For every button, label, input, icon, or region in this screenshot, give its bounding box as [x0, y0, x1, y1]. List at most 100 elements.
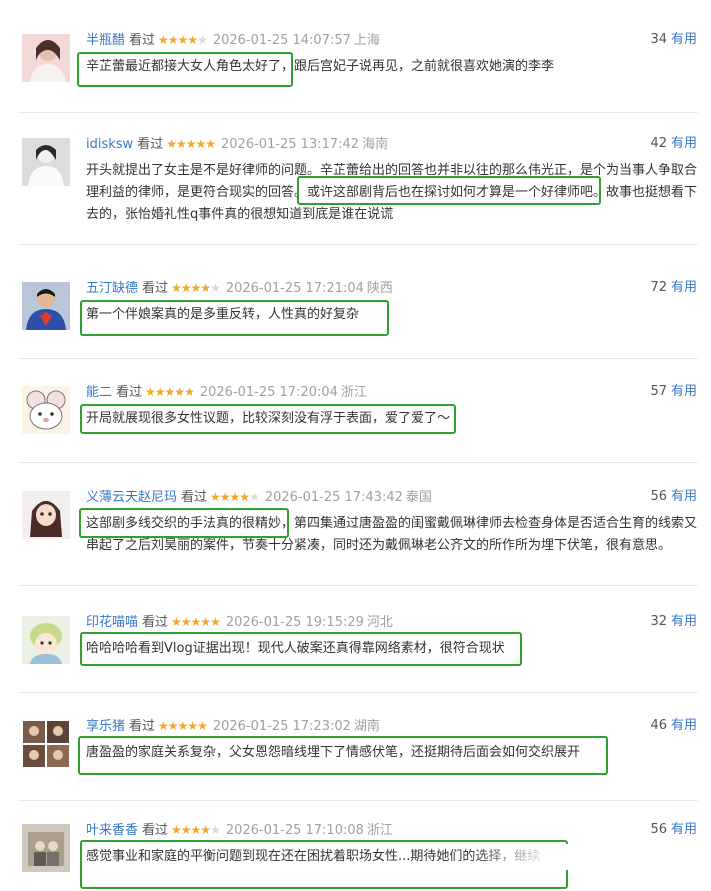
rating-stars: ★★★★★: [145, 385, 195, 399]
watched-label: 看过: [142, 823, 169, 838]
useful-button[interactable]: 有用: [671, 384, 697, 399]
useful-button[interactable]: 有用: [671, 136, 697, 151]
review-location: 湖南: [353, 719, 380, 734]
review-meta: 印花喵喵 看过 ★★★★★ 2026-01-25 19:15:29 河北: [86, 612, 393, 632]
review-meta: idisksw 看过 ★★★★★ 2026-01-25 13:17:42 海南: [86, 134, 388, 154]
review-item: 叶来香香 看过 ★★★★★ 2026-01-25 17:10:08 浙江 56 有用 感觉…: [0, 820, 711, 891]
useful-button[interactable]: 有用: [671, 718, 697, 733]
avatar[interactable]: [22, 34, 70, 82]
review-time: 2026-01-25 13:17:42: [221, 137, 360, 152]
useful-vote: 46 有用: [650, 716, 697, 736]
review-meta: 义薄云天赵尼玛 看过 ★★★★★ 2026-01-25 17:43:42 泰国: [86, 487, 432, 507]
review-location: 浙江: [366, 823, 393, 838]
highlight-box: [80, 632, 522, 666]
useful-button[interactable]: 有用: [671, 822, 697, 837]
divider: [18, 585, 698, 586]
username-link[interactable]: 半瓶醋: [86, 33, 125, 48]
review-meta: 能二 看过 ★★★★★ 2026-01-25 17:20:04 浙江: [86, 382, 367, 402]
username-link[interactable]: 印花喵喵: [86, 615, 138, 630]
username-link[interactable]: 享乐猪: [86, 719, 125, 734]
watched-label: 看过: [129, 719, 156, 734]
content-fade-overlay: [470, 844, 570, 870]
review-item: 半瓶醋 看过 ★★★★★ 2026-01-25 14:07:57 上海 34 有用 辛芷蕾…: [0, 30, 711, 100]
review-time: 2026-01-25 17:43:42: [264, 490, 403, 505]
review-location: 海南: [362, 137, 389, 152]
review-time: 2026-01-25 17:21:04: [225, 281, 364, 296]
useful-count: 72: [650, 280, 667, 295]
divider: [18, 244, 698, 245]
useful-vote: 57 有用: [650, 382, 697, 402]
useful-vote: 56 有用: [650, 487, 697, 507]
useful-count: 56: [650, 489, 667, 504]
useful-vote: 42 有用: [650, 134, 697, 154]
useful-vote: 34 有用: [650, 30, 697, 50]
rating-stars: ★★★★★: [158, 33, 208, 47]
watched-label: 看过: [142, 281, 169, 296]
useful-count: 32: [650, 614, 667, 629]
avatar[interactable]: [22, 824, 70, 872]
useful-count: 57: [650, 384, 667, 399]
review-time: 2026-01-25 19:15:29: [225, 615, 364, 630]
useful-count: 42: [650, 136, 667, 151]
review-time: 2026-01-25 17:23:02: [212, 719, 351, 734]
useful-count: 46: [650, 718, 667, 733]
username-link[interactable]: 义薄云天赵尼玛: [86, 490, 177, 505]
watched-label: 看过: [116, 385, 143, 400]
avatar[interactable]: [22, 491, 70, 539]
useful-button[interactable]: 有用: [671, 614, 697, 629]
review-item: 义薄云天赵尼玛 看过 ★★★★★ 2026-01-25 17:43:42 泰国 56 有用…: [0, 487, 711, 567]
username-link[interactable]: 五汀缺德: [86, 281, 138, 296]
rating-stars: ★★★★★: [166, 137, 216, 151]
avatar[interactable]: [22, 616, 70, 664]
rating-stars: ★★★★★: [171, 281, 221, 295]
review-location: 泰国: [405, 490, 432, 505]
useful-count: 34: [650, 32, 667, 47]
review-meta: 叶来香香 看过 ★★★★★ 2026-01-25 17:10:08 浙江: [86, 820, 393, 840]
divider: [18, 462, 698, 463]
review-location: 河北: [366, 615, 393, 630]
username-link[interactable]: idisksw: [86, 137, 133, 152]
watched-label: 看过: [181, 490, 208, 505]
review-item: 印花喵喵 看过 ★★★★★ 2026-01-25 19:15:29 河北 32 有用 哈哈…: [0, 612, 711, 672]
useful-vote: 32 有用: [650, 612, 697, 632]
username-link[interactable]: 叶来香香: [86, 823, 138, 838]
review-meta: 享乐猪 看过 ★★★★★ 2026-01-25 17:23:02 湖南: [86, 716, 380, 736]
divider: [18, 800, 698, 801]
avatar[interactable]: [22, 138, 70, 186]
useful-count: 56: [650, 822, 667, 837]
useful-button[interactable]: 有用: [671, 32, 697, 47]
review-meta: 半瓶醋 看过 ★★★★★ 2026-01-25 14:07:57 上海: [86, 30, 380, 50]
rating-stars: ★★★★★: [171, 823, 221, 837]
review-item: 享乐猪 看过 ★★★★★ 2026-01-25 17:23:02 湖南 46 有用 唐盈盈…: [0, 716, 711, 786]
review-time: 2026-01-25 14:07:57: [212, 33, 351, 48]
useful-button[interactable]: 有用: [671, 489, 697, 504]
watched-label: 看过: [137, 137, 164, 152]
avatar[interactable]: [22, 282, 70, 330]
review-item: 五汀缺德 看过 ★★★★★ 2026-01-25 17:21:04 陕西 72 有用 第一…: [0, 278, 711, 338]
review-location: 上海: [353, 33, 380, 48]
rating-stars: ★★★★★: [158, 719, 208, 733]
review-time: 2026-01-25 17:20:04: [199, 385, 338, 400]
rating-stars: ★★★★★: [210, 490, 260, 504]
divider: [18, 358, 698, 359]
watched-label: 看过: [142, 615, 169, 630]
highlight-box: [80, 404, 456, 434]
highlight-box: [80, 300, 389, 336]
review-location: 陕西: [366, 281, 393, 296]
review-item: 能二 看过 ★★★★★ 2026-01-25 17:20:04 浙江 57 有用 开局就展…: [0, 382, 711, 442]
avatar[interactable]: [22, 386, 70, 434]
divider: [18, 112, 698, 113]
review-item: idisksw 看过 ★★★★★ 2026-01-25 13:17:42 海南 42 有用…: [0, 134, 711, 234]
highlight-box: [77, 52, 293, 87]
rating-stars: ★★★★★: [171, 615, 221, 629]
highlight-box: [79, 508, 289, 538]
useful-vote: 72 有用: [650, 278, 697, 298]
review-meta: 五汀缺德 看过 ★★★★★ 2026-01-25 17:21:04 陕西: [86, 278, 393, 298]
review-location: 浙江: [340, 385, 367, 400]
watched-label: 看过: [129, 33, 156, 48]
highlight-box: [297, 176, 601, 205]
useful-button[interactable]: 有用: [671, 280, 697, 295]
avatar[interactable]: [22, 720, 70, 768]
useful-vote: 56 有用: [650, 820, 697, 840]
username-link[interactable]: 能二: [86, 385, 112, 400]
